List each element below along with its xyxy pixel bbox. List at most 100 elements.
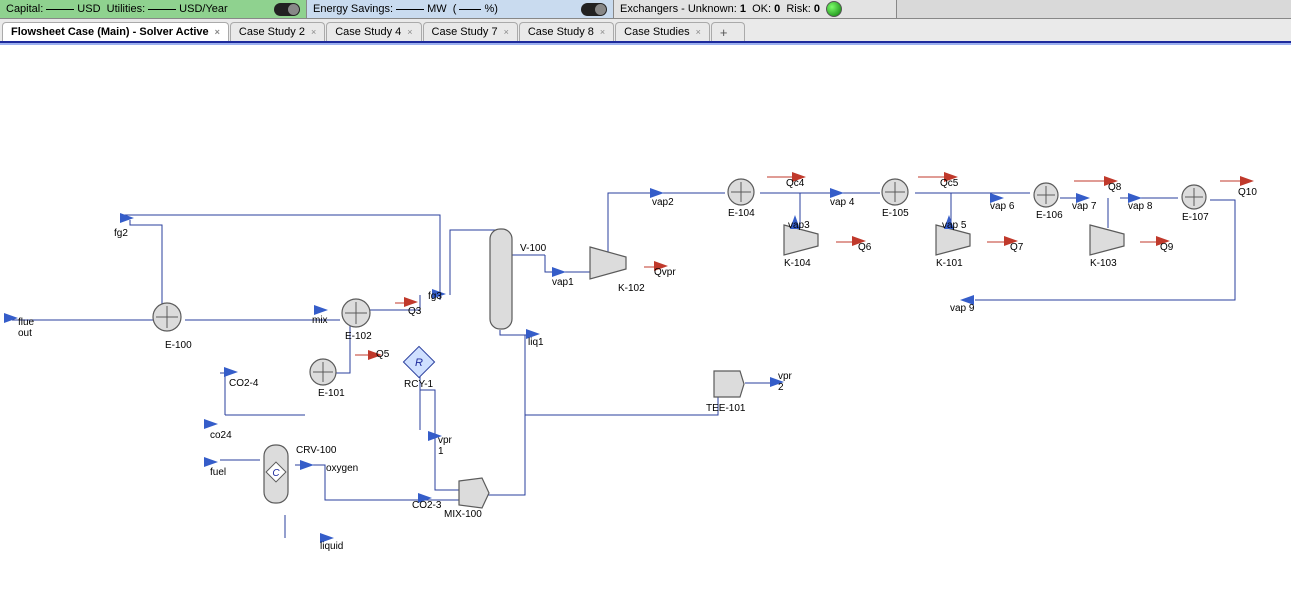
unit-e101[interactable] (308, 357, 338, 387)
label-q7: Q7 (1010, 242, 1023, 253)
stream-oxygen[interactable] (300, 460, 314, 470)
label-k104: K-104 (784, 258, 811, 269)
label-q10: Q10 (1238, 187, 1257, 198)
unit-e102[interactable] (340, 297, 372, 329)
label-mix100: MIX-100 (444, 509, 482, 520)
tab-label: Case Study 4 (335, 26, 401, 38)
unit-rcy1[interactable]: R (404, 347, 434, 377)
tab-case-study-4[interactable]: Case Study 4 × (326, 22, 421, 41)
unit-v100[interactable] (486, 225, 516, 333)
label-mix: mix (312, 315, 328, 326)
economics-toggle[interactable] (274, 3, 300, 16)
capital-unit: USD (77, 3, 100, 15)
unit-e107[interactable] (1180, 183, 1208, 211)
energy-pct (459, 9, 481, 10)
label-q9: Q9 (1160, 242, 1173, 253)
pct-open: ( (453, 3, 457, 15)
add-tab-button[interactable]: + (711, 22, 745, 41)
stream-flue-out[interactable] (4, 313, 18, 323)
label-e107: E-107 (1182, 212, 1209, 223)
label-q6: Q6 (858, 242, 871, 253)
stream-co24[interactable] (204, 419, 218, 429)
label-vpr1: vpr 1 (438, 435, 452, 457)
label-co24: co24 (210, 430, 232, 441)
ex-label: Exchangers - Unknown: (620, 3, 737, 15)
label-rcy1: RCY-1 (404, 379, 433, 390)
unit-crv100[interactable]: C (258, 437, 294, 515)
energy-label: Energy Savings: (313, 3, 393, 15)
label-vpr2: vpr 2 (778, 371, 792, 393)
energy-value (396, 9, 424, 10)
unit-tee101[interactable] (710, 367, 746, 401)
energy-unit: MW (427, 3, 447, 15)
utilities-value (148, 9, 176, 10)
unit-k102[interactable] (588, 245, 628, 281)
pct-close: %) (484, 3, 497, 15)
unit-e106[interactable] (1032, 181, 1060, 209)
stream-co2-4[interactable] (224, 367, 238, 377)
close-icon[interactable]: × (215, 27, 220, 37)
unit-mix100[interactable] (456, 475, 492, 511)
ex-risk-value: 0 (814, 3, 820, 15)
close-icon[interactable]: × (504, 27, 509, 37)
close-icon[interactable]: × (600, 27, 605, 37)
capital-value (46, 9, 74, 10)
label-fg2: fg2 (114, 228, 128, 239)
flowsheet-canvas[interactable]: E-100 E-101 E-102 C CRV-100 R RCY-1 V-10… (0, 43, 1291, 591)
label-liq1: liq1 (528, 337, 544, 348)
label-k103: K-103 (1090, 258, 1117, 269)
label-vap5: vap 5 (942, 220, 966, 231)
close-icon[interactable]: × (696, 27, 701, 37)
label-k102: K-102 (618, 283, 645, 294)
label-k101: K-101 (936, 258, 963, 269)
utilities-label: Utilities: (107, 3, 146, 15)
label-vap9: vap 9 (950, 303, 974, 314)
label-vap8: vap 8 (1128, 201, 1152, 212)
label-q8: Q8 (1108, 182, 1121, 193)
close-icon[interactable]: × (311, 27, 316, 37)
label-vap1: vap1 (552, 277, 574, 288)
label-e105: E-105 (882, 208, 909, 219)
label-vap2: vap2 (652, 197, 674, 208)
ex-ok-label: OK: (752, 3, 771, 15)
energy-toggle[interactable] (581, 3, 607, 16)
tab-case-study-7[interactable]: Case Study 7 × (423, 22, 518, 41)
economics-pane: Capital: USD Utilities: USD/Year (0, 0, 307, 18)
tab-case-studies[interactable]: Case Studies × (615, 22, 710, 41)
label-fuel: fuel (210, 467, 226, 478)
tab-label: Case Study 7 (432, 26, 498, 38)
tab-label: Case Study 2 (239, 26, 305, 38)
label-flue-out: flue out (18, 317, 34, 339)
ex-ok-value: 0 (774, 3, 780, 15)
tab-bar: Flowsheet Case (Main) - Solver Active × … (0, 19, 1291, 43)
label-v100: V-100 (520, 243, 546, 254)
unit-e100[interactable] (150, 300, 184, 334)
unit-e104[interactable] (726, 177, 756, 207)
tab-flowsheet-main[interactable]: Flowsheet Case (Main) - Solver Active × (2, 22, 229, 41)
stream-fuel[interactable] (204, 457, 218, 467)
label-co2-3: CO2-3 (412, 500, 441, 511)
energy-pane: Energy Savings: MW ( %) (307, 0, 614, 18)
tab-case-study-2[interactable]: Case Study 2 × (230, 22, 325, 41)
status-led-icon[interactable] (826, 1, 842, 17)
unit-e105[interactable] (880, 177, 910, 207)
plus-icon: + (720, 25, 728, 40)
close-icon[interactable]: × (407, 27, 412, 37)
unit-k103[interactable] (1088, 223, 1126, 257)
label-qc4: Qc4 (786, 178, 804, 189)
stream-vap1[interactable] (552, 267, 566, 277)
tab-label: Flowsheet Case (Main) - Solver Active (11, 26, 209, 38)
tab-case-study-8[interactable]: Case Study 8 × (519, 22, 614, 41)
recycle-badge: R (415, 357, 423, 369)
label-fg3: fg3 (428, 291, 442, 302)
label-crv100: CRV-100 (296, 445, 336, 456)
stream-fg2[interactable] (120, 213, 134, 223)
tab-label: Case Studies (624, 26, 689, 38)
label-e101: E-101 (318, 388, 345, 399)
ex-unknown-value: 1 (740, 3, 746, 15)
label-e100: E-100 (165, 340, 192, 351)
label-co2-4-upper: CO2-4 (229, 378, 258, 389)
stream-mix[interactable] (314, 305, 328, 315)
label-e104: E-104 (728, 208, 755, 219)
stream-q10[interactable] (1240, 176, 1254, 186)
